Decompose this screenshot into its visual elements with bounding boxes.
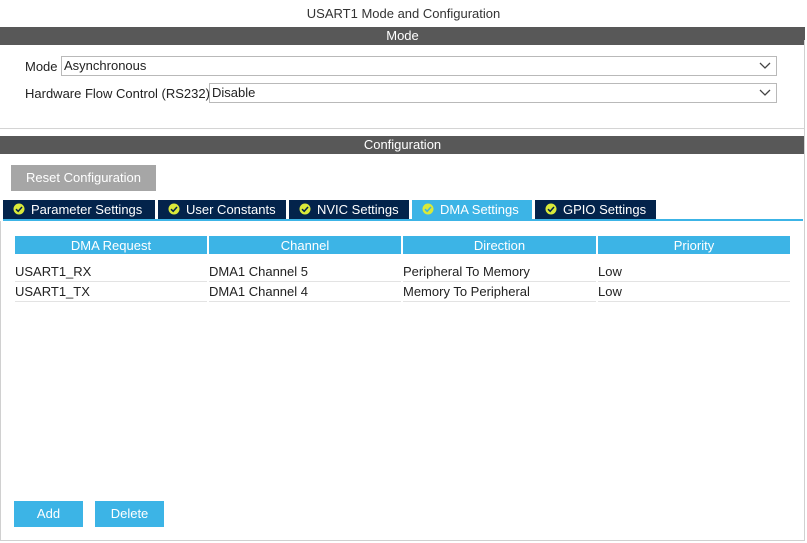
check-circle-icon	[422, 203, 434, 215]
window-title: USART1 Mode and Configuration	[306, 6, 501, 21]
tab-label: NVIC Settings	[317, 202, 399, 217]
cell-channel: DMA1 Channel 4	[209, 282, 401, 302]
tab-dma-settings[interactable]: DMA Settings	[412, 200, 532, 220]
cell-priority: Low	[598, 282, 790, 302]
cell-direction: Memory To Peripheral	[403, 282, 596, 302]
tab-underline	[3, 219, 803, 221]
check-circle-icon	[545, 203, 557, 215]
flow-control-select-value: Disable	[212, 85, 256, 100]
tab-label: DMA Settings	[440, 202, 519, 217]
tab-label: User Constants	[186, 202, 276, 217]
tab-gpio-settings[interactable]: GPIO Settings	[535, 200, 656, 220]
check-circle-icon	[168, 203, 180, 215]
cell-dma-request: USART1_RX	[15, 262, 207, 282]
column-header-dma-request[interactable]: DMA Request	[15, 236, 207, 254]
check-circle-icon	[13, 203, 25, 215]
panel-border	[0, 221, 1, 541]
column-header-direction[interactable]: Direction	[403, 236, 596, 254]
flow-control-label: Hardware Flow Control (RS232)	[25, 86, 210, 101]
mode-select[interactable]: Asynchronous	[61, 56, 777, 76]
dma-request-table: DMA Request Channel Direction Priority U…	[13, 236, 792, 302]
panel-border	[804, 40, 805, 540]
panel-border	[0, 540, 805, 541]
tab-label: GPIO Settings	[563, 202, 647, 217]
tab-label: Parameter Settings	[31, 202, 143, 217]
cell-direction: Peripheral To Memory	[403, 262, 596, 282]
column-header-channel[interactable]: Channel	[209, 236, 401, 254]
mode-section-header: Mode	[0, 27, 805, 45]
tab-nvic-settings[interactable]: NVIC Settings	[289, 200, 409, 220]
check-circle-icon	[299, 203, 311, 215]
delete-button[interactable]: Delete	[95, 501, 164, 527]
section-divider	[0, 128, 805, 129]
chevron-down-icon	[758, 58, 772, 74]
cell-dma-request: USART1_TX	[15, 282, 207, 302]
flow-control-select[interactable]: Disable	[209, 83, 777, 103]
column-header-priority[interactable]: Priority	[598, 236, 790, 254]
mode-label: Mode	[25, 59, 58, 74]
reset-configuration-button[interactable]: Reset Configuration	[11, 165, 156, 191]
cell-channel: DMA1 Channel 5	[209, 262, 401, 282]
tab-user-constants[interactable]: User Constants	[158, 200, 286, 220]
add-button[interactable]: Add	[14, 501, 83, 527]
mode-select-value: Asynchronous	[64, 58, 147, 73]
table-row[interactable]: USART1_TX DMA1 Channel 4 Memory To Perip…	[15, 282, 790, 302]
configuration-section-header: Configuration	[0, 136, 805, 154]
cell-priority: Low	[598, 262, 790, 282]
chevron-down-icon	[758, 85, 772, 101]
table-row[interactable]: USART1_RX DMA1 Channel 5 Peripheral To M…	[15, 262, 790, 282]
tab-parameter-settings[interactable]: Parameter Settings	[3, 200, 155, 220]
